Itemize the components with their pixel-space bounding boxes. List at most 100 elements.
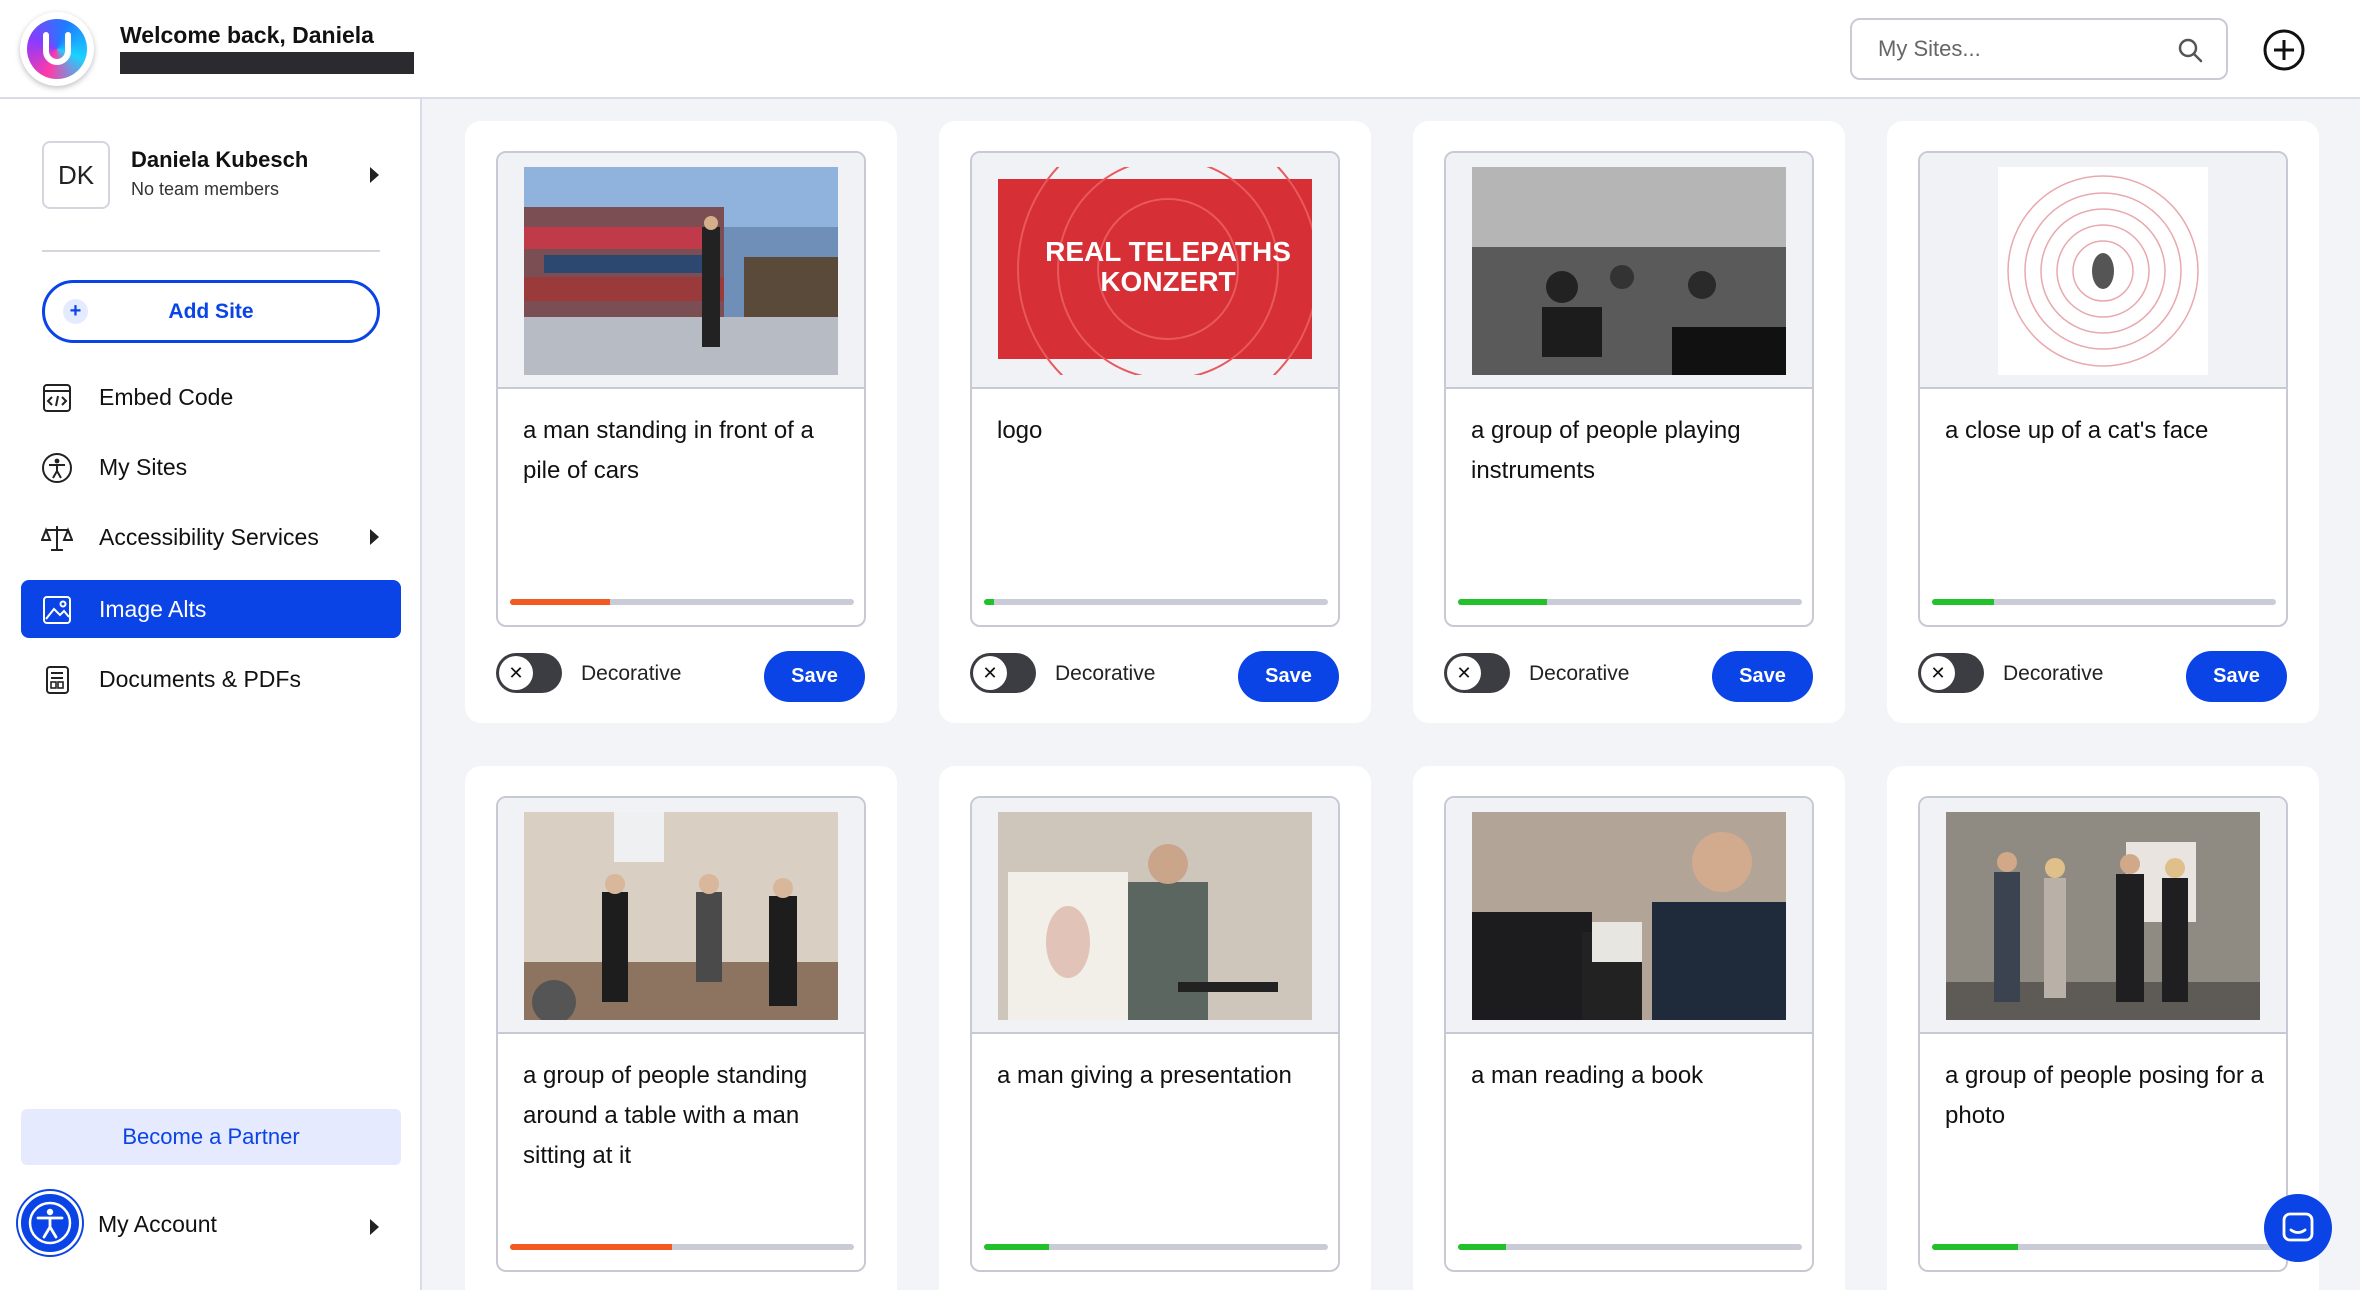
- sidebar-item-label: Accessibility Services: [99, 523, 319, 550]
- photo-man-cars: [524, 167, 838, 375]
- user-menu-caret-icon[interactable]: [370, 167, 379, 183]
- length-progress-bar: [1458, 1244, 1802, 1250]
- progress-fill: [1932, 1244, 2018, 1250]
- progress-fill: [1458, 1244, 1507, 1250]
- close-icon: ✕: [499, 656, 533, 690]
- progress-fill: [510, 1244, 672, 1250]
- sidebar-item-accessibility-services[interactable]: Accessibility Services: [21, 508, 401, 566]
- add-site-button[interactable]: + Add Site: [42, 280, 380, 343]
- progress-fill: [984, 1244, 1050, 1250]
- length-progress-bar: [510, 1244, 854, 1250]
- alt-text[interactable]: a man giving a presentation: [997, 1056, 1317, 1096]
- image-thumbnail: [1446, 153, 1812, 389]
- add-circle-icon[interactable]: [2262, 28, 2306, 72]
- image-alt-card: a group of people playing instruments ✕ …: [1413, 121, 1845, 723]
- my-account-link[interactable]: My Account: [98, 1211, 217, 1238]
- alt-text[interactable]: a group of people standing around a tabl…: [523, 1056, 843, 1176]
- sidebar-item-label: Documents & PDFs: [99, 665, 301, 692]
- sidebar-item-label: My Sites: [99, 453, 188, 480]
- alt-editor: a group of people playing instruments: [1444, 151, 1814, 627]
- photo-presentation: [998, 812, 1312, 1020]
- image-alt-card: a man giving a presentation: [939, 766, 1371, 1290]
- alt-text[interactable]: a close up of a cat's face: [1945, 411, 2265, 451]
- progress-fill: [1458, 599, 1548, 605]
- user-name: Daniela Kubesch: [131, 147, 309, 172]
- length-progress-bar: [510, 599, 854, 605]
- avatar[interactable]: DK: [42, 141, 110, 209]
- image-alt-card: a man reading a book: [1413, 766, 1845, 1290]
- sidebar-item-embed-code[interactable]: Embed Code: [21, 368, 401, 426]
- sidebar-item-image-alts[interactable]: Image Alts: [21, 580, 401, 638]
- alt-editor: a man standing in front of a pile of car…: [496, 151, 866, 627]
- image-alt-card: a close up of a cat's face ✕ Decorative …: [1887, 121, 2319, 723]
- code-icon: [43, 384, 71, 412]
- sidebar-divider: [42, 250, 380, 252]
- close-icon: ✕: [1447, 656, 1481, 690]
- decorative-label: Decorative: [581, 662, 682, 685]
- image-thumbnail: [1446, 798, 1812, 1034]
- decorative-toggle[interactable]: ✕: [1918, 653, 1984, 693]
- alt-editor: a group of people posing for a photo: [1918, 796, 2288, 1272]
- length-progress-bar: [1458, 599, 1802, 605]
- sidebar-item-label: Image Alts: [99, 595, 207, 622]
- plus-icon: +: [63, 299, 88, 324]
- photo-group-posing: [1946, 812, 2260, 1020]
- search-input[interactable]: [1878, 34, 2158, 64]
- photo-man-reading: [1472, 812, 1786, 1020]
- image-thumbnail: [1920, 153, 2286, 389]
- team-status: No team members: [131, 179, 280, 199]
- alt-text[interactable]: logo: [997, 411, 1317, 451]
- alt-text[interactable]: a group of people playing instruments: [1471, 411, 1791, 491]
- close-icon: ✕: [973, 656, 1007, 690]
- decorative-label: Decorative: [1055, 662, 1156, 685]
- account-caret-icon[interactable]: [370, 1219, 379, 1235]
- logo-line-2: KONZERT: [1100, 266, 1235, 297]
- save-button[interactable]: Save: [1712, 651, 1813, 702]
- become-partner-button[interactable]: Become a Partner: [21, 1109, 401, 1165]
- decorative-label: Decorative: [1529, 662, 1630, 685]
- alt-text[interactable]: a group of people posing for a photo: [1945, 1056, 2265, 1136]
- scales-icon: [41, 526, 73, 551]
- length-progress-bar: [1932, 1244, 2276, 1250]
- alt-text[interactable]: a man reading a book: [1471, 1056, 1791, 1096]
- logo-u-icon: [27, 19, 87, 79]
- save-button[interactable]: Save: [1238, 651, 1339, 702]
- accessibility-person-icon: [42, 453, 72, 483]
- sidebar-item-label: Embed Code: [99, 383, 234, 410]
- logo-line-1: REAL TELEPATHS: [1045, 236, 1291, 267]
- image-thumbnail: [498, 153, 864, 389]
- progress-fill: [984, 599, 995, 605]
- close-icon: ✕: [1921, 656, 1955, 690]
- decorative-label: Decorative: [2003, 662, 2104, 685]
- chat-icon: [2282, 1212, 2314, 1242]
- alt-editor: a group of people standing around a tabl…: [496, 796, 866, 1272]
- image-thumbnail: REAL TELEPATHS KONZERT: [972, 153, 1338, 389]
- length-progress-bar: [1932, 599, 2276, 605]
- decorative-toggle[interactable]: ✕: [1444, 653, 1510, 693]
- image-thumbnail: [1920, 798, 2286, 1034]
- chat-support-button[interactable]: [2264, 1194, 2332, 1262]
- alt-editor: a close up of a cat's face: [1918, 151, 2288, 627]
- alt-editor: REAL TELEPATHS KONZERT logo: [970, 151, 1340, 627]
- decorative-toggle[interactable]: ✕: [970, 653, 1036, 693]
- length-progress-bar: [984, 1244, 1328, 1250]
- alt-text[interactable]: a man standing in front of a pile of car…: [523, 411, 843, 491]
- image-thumbnail: [498, 798, 864, 1034]
- add-site-label: Add Site: [168, 299, 254, 323]
- document-icon: [46, 666, 69, 694]
- app-logo[interactable]: [20, 12, 94, 86]
- search-icon[interactable]: [2176, 36, 2204, 64]
- sidebar-item-my-sites[interactable]: My Sites: [21, 438, 401, 496]
- accessibility-person-icon: [28, 1201, 72, 1245]
- site-search[interactable]: [1850, 18, 2228, 80]
- save-button[interactable]: Save: [764, 651, 865, 702]
- decorative-toggle[interactable]: ✕: [496, 653, 562, 693]
- accessibility-widget-button[interactable]: [18, 1191, 82, 1255]
- top-header: Welcome back, Daniela: [0, 0, 2360, 99]
- image-alt-card: a man standing in front of a pile of car…: [465, 121, 897, 723]
- image-alt-card: a group of people posing for a photo: [1887, 766, 2319, 1290]
- image-alt-card: REAL TELEPATHS KONZERT logo ✕ Decorative…: [939, 121, 1371, 723]
- save-button[interactable]: Save: [2186, 651, 2287, 702]
- sidebar-item-documents-pdfs[interactable]: Documents & PDFs: [21, 650, 401, 708]
- image-thumbnail: [972, 798, 1338, 1034]
